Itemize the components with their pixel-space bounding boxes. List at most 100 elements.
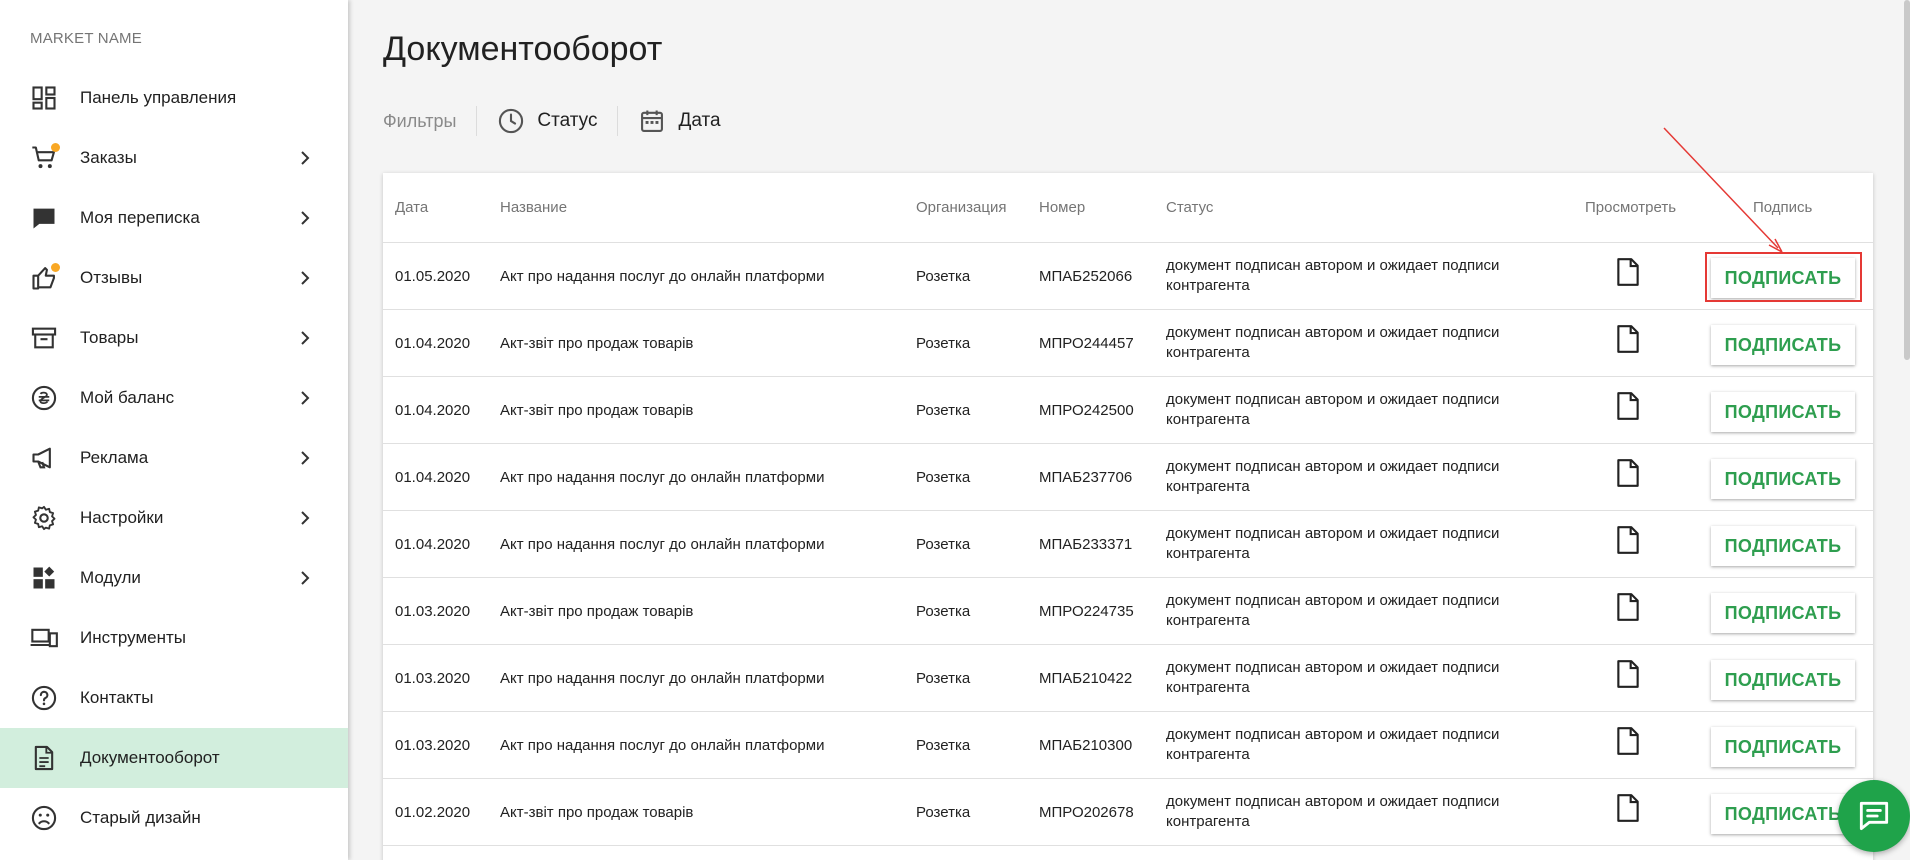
chat-bubble-icon: [30, 204, 58, 232]
chevron-right-icon: [301, 331, 310, 345]
cell-name: Акт-звіт про продаж товарів: [500, 335, 694, 352]
sidebar-item-label: Отзывы: [80, 268, 143, 287]
sidebar-item-11[interactable]: Контакты: [0, 668, 348, 728]
sidebar-item-4[interactable]: Отзывы: [0, 248, 348, 308]
chevron-right-icon: [301, 211, 310, 225]
view-document-icon[interactable]: [1615, 592, 1641, 622]
sign-button[interactable]: ПОДПИСАТЬ: [1711, 727, 1855, 767]
status-filter-label: Статус: [537, 110, 598, 131]
chevron-right-icon: [301, 271, 310, 285]
sign-button[interactable]: ПОДПИСАТЬ: [1711, 325, 1855, 365]
sidebar-item-6[interactable]: Мой баланс: [0, 368, 348, 428]
widgets-icon: [30, 564, 58, 592]
date-filter-button[interactable]: Дата: [638, 107, 721, 135]
cell-date: 01.04.2020: [395, 335, 471, 352]
view-document-icon[interactable]: [1615, 324, 1641, 354]
table-row: 01.04.2020 Акт-звіт про продаж товарів Роз…: [383, 310, 1873, 377]
sign-button[interactable]: ПОДПИСАТЬ: [1711, 660, 1855, 700]
table-row: 01.02.2020 Акт-звіт про продаж товарів Роз…: [383, 779, 1873, 846]
cell-organization: Розетка: [916, 737, 971, 754]
chevron-right-icon: [301, 571, 310, 585]
sign-button[interactable]: ПОДПИСАТЬ: [1711, 392, 1855, 432]
sidebar-item-9[interactable]: Модули: [0, 548, 348, 608]
table-row: 01.03.2020 Акт про надання послуг до онла…: [383, 712, 1873, 779]
chevron-right-icon: [301, 391, 310, 405]
cell-date: 01.04.2020: [395, 536, 471, 553]
sidebar-item-3[interactable]: Моя переписка: [0, 188, 348, 248]
thumb-up-icon: [30, 263, 60, 292]
sign-button[interactable]: ПОДПИСАТЬ: [1711, 794, 1855, 834]
cell-status: документ подписан автором и ожидает подп…: [1166, 458, 1500, 495]
view-document-icon[interactable]: [1615, 458, 1641, 488]
cell-name: Акт про надання послуг до онлайн платфор…: [500, 737, 825, 754]
cell-status: документ подписан автором и ожидает подп…: [1166, 391, 1500, 428]
cell-number: МПАБ210422: [1039, 670, 1133, 687]
sidebar-item-7[interactable]: Реклама: [0, 428, 348, 488]
view-document-icon[interactable]: [1615, 793, 1641, 823]
cart-icon: [30, 143, 60, 172]
sidebar-item-2[interactable]: Заказы: [0, 128, 348, 188]
cell-name: Акт-звіт про продаж товарів: [500, 804, 694, 821]
calendar-icon: [641, 110, 664, 132]
view-document-icon[interactable]: [1615, 391, 1641, 421]
table-row: 01.03.2020 Акт про надання послуг до онла…: [383, 645, 1873, 712]
cell-name: Акт про надання послуг до онлайн платфор…: [500, 670, 825, 687]
cell-number: МПАБ252066: [1039, 268, 1133, 285]
sidebar-item-label: Модули: [80, 568, 141, 587]
sidebar-item-label: Реклама: [80, 448, 149, 467]
dashboard-icon: [30, 84, 58, 112]
sidebar-item-label: Панель управления: [80, 88, 237, 107]
cell-status: документ подписан автором и ожидает подп…: [1166, 592, 1500, 629]
view-document-icon[interactable]: [1615, 659, 1641, 689]
chat-icon: [1859, 801, 1889, 831]
sign-button[interactable]: ПОДПИСАТЬ: [1711, 526, 1855, 566]
hryvnia-coin-icon: [30, 384, 58, 412]
sidebar-item-label: Мой баланс: [80, 388, 175, 407]
chat-button[interactable]: [1838, 780, 1910, 852]
sidebar-item-label: Документооборот: [80, 748, 220, 767]
scrollbar[interactable]: [1904, 0, 1910, 360]
date-filter-label: Дата: [678, 110, 721, 131]
notification-dot: [51, 263, 60, 272]
sidebar-item-8[interactable]: Настройки: [0, 488, 348, 548]
table-row: 01.04.2020 Акт про надання послуг до онла…: [383, 444, 1873, 511]
cell-number: МПАБ210300: [1039, 737, 1133, 754]
cell-number: МПРО224735: [1039, 603, 1134, 620]
page-title: Документооборот: [383, 30, 663, 68]
sign-button[interactable]: ПОДПИСАТЬ: [1711, 459, 1855, 499]
view-document-icon[interactable]: [1615, 726, 1641, 756]
status-filter-button[interactable]: Статус: [497, 107, 597, 135]
table-row: 01.03.2020 Акт-звіт про продаж товарів Роз…: [383, 578, 1873, 645]
header-number: Номер: [1039, 199, 1086, 216]
notification-dot: [51, 143, 60, 152]
view-document-icon[interactable]: [1615, 257, 1641, 287]
cell-organization: Розетка: [916, 670, 971, 687]
cell-name: Акт-звіт про продаж товарів: [500, 603, 694, 620]
cell-date: 01.03.2020: [395, 670, 471, 687]
clock-icon: [499, 108, 524, 134]
view-document-icon[interactable]: [1615, 525, 1641, 555]
header-status: Статус: [1166, 199, 1214, 216]
devices-icon: [30, 624, 58, 652]
header-date: Дата: [395, 199, 429, 216]
cell-organization: Розетка: [916, 335, 971, 352]
help-circle-icon: [30, 684, 58, 712]
sidebar-item-12[interactable]: Документооборот: [0, 728, 348, 788]
cell-organization: Розетка: [916, 804, 971, 821]
cell-name: Акт про надання послуг до онлайн платфор…: [500, 268, 825, 285]
sad-face-icon: [30, 804, 58, 832]
sidebar-item-1[interactable]: Панель управления: [0, 68, 348, 128]
sign-button[interactable]: ПОДПИСАТЬ: [1711, 258, 1855, 298]
filter-divider: [617, 106, 619, 136]
sidebar-item-label: Заказы: [80, 148, 137, 167]
cell-number: МПАБ237706: [1039, 469, 1133, 486]
sidebar-item-5[interactable]: Товары: [0, 308, 348, 368]
cell-status: документ подписан автором и ожидает подп…: [1166, 726, 1500, 763]
sign-button[interactable]: ПОДПИСАТЬ: [1711, 593, 1855, 633]
cell-number: МПРО244457: [1039, 335, 1134, 352]
filters-label: Фильтры: [383, 110, 457, 131]
sidebar-item-10[interactable]: Инструменты: [0, 608, 348, 668]
sidebar-item-13[interactable]: Старый дизайн: [0, 788, 348, 848]
cell-date: 01.02.2020: [395, 804, 471, 821]
cell-status: документ подписан автором и ожидает подп…: [1166, 659, 1500, 696]
